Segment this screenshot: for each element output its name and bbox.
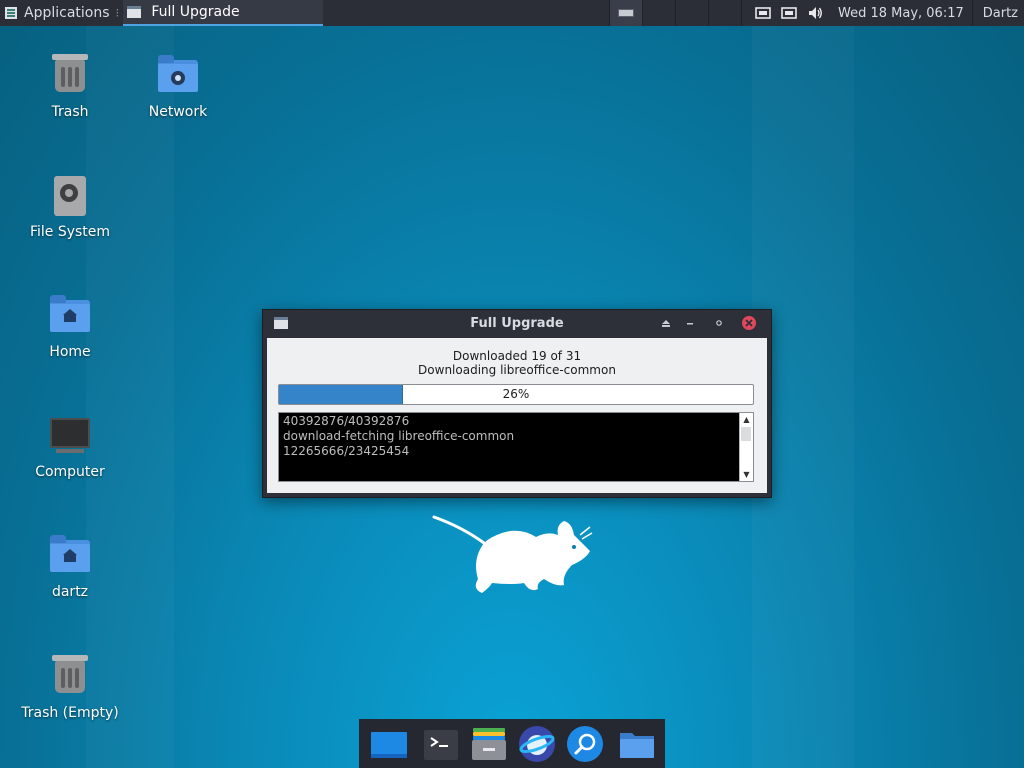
status-message: Downloaded 19 of 31 Downloading libreoff…	[267, 349, 767, 377]
status-line-downloaded: Downloaded 19 of 31	[452, 349, 582, 363]
window-titlebar[interactable]: Full Upgrade	[263, 310, 771, 336]
workspace-2[interactable]	[643, 0, 675, 26]
window-content: Downloaded 19 of 31 Downloading libreoff…	[267, 338, 767, 493]
maximize-button[interactable]	[712, 316, 726, 330]
panel-separator	[971, 0, 973, 26]
user-menu[interactable]: Dartz	[983, 6, 1018, 21]
trash-icon	[46, 52, 94, 100]
network-icon[interactable]	[755, 5, 771, 21]
drive-icon	[46, 172, 94, 220]
close-icon	[745, 319, 753, 327]
log-lines: 40392876/40392876 download-fetching libr…	[283, 414, 514, 459]
taskbar-item-full-upgrade[interactable]: Full Upgrade	[123, 0, 324, 26]
minimize-button[interactable]	[683, 316, 697, 330]
status-line-downloading: Downloading libreoffice-common	[418, 363, 616, 377]
desktop-icon-network[interactable]: Network	[123, 52, 233, 120]
log-line: download-fetching libreoffice-common	[283, 429, 515, 443]
taskbar-item-label: Full Upgrade	[151, 4, 240, 20]
xfce-mouse-logo	[432, 515, 593, 593]
clock[interactable]: Wed 18 May, 06:17	[838, 6, 964, 21]
scroll-up-icon[interactable]: ▲	[740, 413, 753, 426]
dock-item-terminal[interactable]	[421, 724, 461, 764]
applications-label: Applications	[24, 5, 110, 21]
home-folder-icon	[46, 292, 94, 340]
desktop-icon-home[interactable]: Home	[15, 292, 125, 360]
workspace-3[interactable]	[676, 0, 708, 26]
dock	[359, 719, 665, 768]
log-scrollbar[interactable]: ▲ ▼	[739, 413, 753, 481]
log-line: 12265666/23425454	[283, 444, 410, 458]
desktop-icon-file-system[interactable]: File System	[15, 172, 125, 240]
applications-menu[interactable]: Applications ⁝	[0, 0, 123, 26]
workspace-1[interactable]	[610, 0, 643, 26]
dock-item-show-desktop[interactable]	[369, 724, 409, 764]
scroll-thumb[interactable]	[741, 427, 751, 441]
log-line: 40392876/40392876	[283, 414, 410, 428]
show-desktop-icon	[371, 731, 407, 758]
network-folder-icon	[154, 52, 202, 100]
dock-item-file-manager[interactable]	[469, 724, 509, 764]
eject-icon	[662, 320, 670, 327]
full-upgrade-window[interactable]: Full Upgrade Downloaded 19 of 31 Downloa…	[262, 309, 772, 498]
trash-icon	[46, 653, 94, 701]
workspace-icon	[618, 9, 635, 17]
top-panel: Applications ⁝ Full Upgrade Wed 18 May, …	[0, 0, 1024, 26]
desktop-icon-label: Home	[49, 344, 91, 360]
desktop-icon-computer[interactable]: Computer	[15, 412, 125, 480]
desktop-icon-label: Network	[148, 104, 208, 120]
system-tray: Wed 18 May, 06:17 Dartz	[750, 0, 1024, 26]
computer-icon	[46, 412, 94, 460]
dock-item-web-browser[interactable]	[517, 724, 557, 764]
progress-label: 26%	[502, 387, 530, 401]
desktop-icon-label: dartz	[51, 584, 89, 600]
search-icon	[567, 725, 603, 762]
minimize-icon	[687, 323, 693, 325]
desktop-icon-label: Computer	[35, 464, 105, 480]
menu-separator-icon: ⁝	[115, 6, 120, 20]
desktop-icon-label: Trash	[51, 104, 89, 120]
desktop-icon-dartz[interactable]: dartz	[15, 532, 125, 600]
file-manager-icon	[472, 727, 506, 760]
progress-bar: 26%	[278, 384, 754, 405]
log-output[interactable]: 40392876/40392876 download-fetching libr…	[278, 412, 754, 482]
window-icon	[127, 6, 142, 18]
scroll-down-icon[interactable]: ▼	[740, 468, 753, 481]
network-icon[interactable]	[781, 5, 797, 21]
dock-item-search[interactable]	[565, 724, 605, 764]
web-browser-icon	[519, 725, 555, 762]
volume-icon[interactable]	[807, 5, 823, 21]
shade-button[interactable]	[659, 316, 673, 330]
desktop-icon-trash[interactable]: Trash	[15, 52, 125, 120]
workspace-4[interactable]	[709, 0, 741, 26]
panel-separator	[741, 0, 743, 26]
desktop-icon-trash-empty[interactable]: Trash (Empty)	[15, 653, 125, 721]
maximize-icon	[716, 320, 722, 326]
desktop-icon-label: Trash (Empty)	[21, 705, 119, 721]
dock-item-folder[interactable]	[617, 724, 657, 764]
home-folder-icon	[46, 532, 94, 580]
menu-icon	[5, 7, 17, 19]
terminal-icon	[424, 729, 458, 760]
desktop-icon-label: File System	[29, 224, 111, 240]
close-button[interactable]	[742, 316, 756, 330]
folder-icon	[620, 732, 654, 758]
